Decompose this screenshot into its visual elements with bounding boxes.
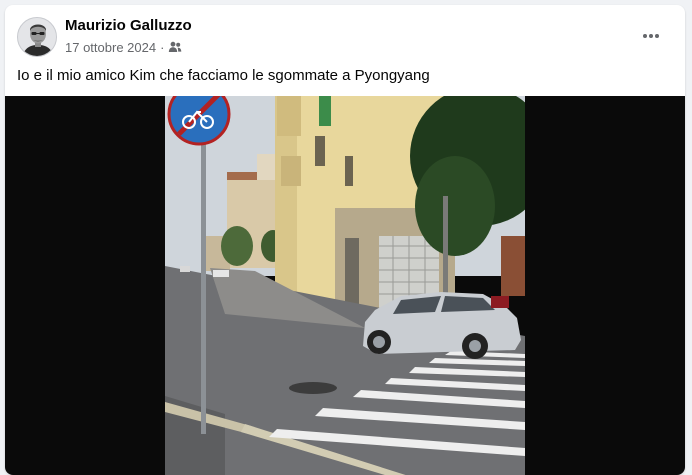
post-header: Maurizio Galluzzo 17 ottobre 2024 · bbox=[5, 5, 685, 65]
post-card: Maurizio Galluzzo 17 ottobre 2024 · Io e… bbox=[5, 5, 685, 475]
ellipsis-icon bbox=[643, 34, 659, 38]
video-frame bbox=[165, 96, 525, 475]
post-media bbox=[5, 96, 685, 475]
avatar[interactable] bbox=[17, 17, 57, 57]
more-options-button[interactable] bbox=[633, 22, 669, 50]
avatar-photo bbox=[18, 18, 56, 56]
video-player[interactable] bbox=[165, 96, 525, 475]
friends-icon[interactable] bbox=[168, 41, 182, 53]
meta-separator: · bbox=[160, 39, 165, 55]
post-caption: Io e il mio amico Kim che facciamo le sg… bbox=[17, 67, 430, 84]
post-date[interactable]: 17 ottobre 2024 bbox=[65, 40, 156, 55]
post-meta: 17 ottobre 2024 · bbox=[65, 38, 182, 56]
author-name[interactable]: Maurizio Galluzzo bbox=[65, 17, 192, 34]
